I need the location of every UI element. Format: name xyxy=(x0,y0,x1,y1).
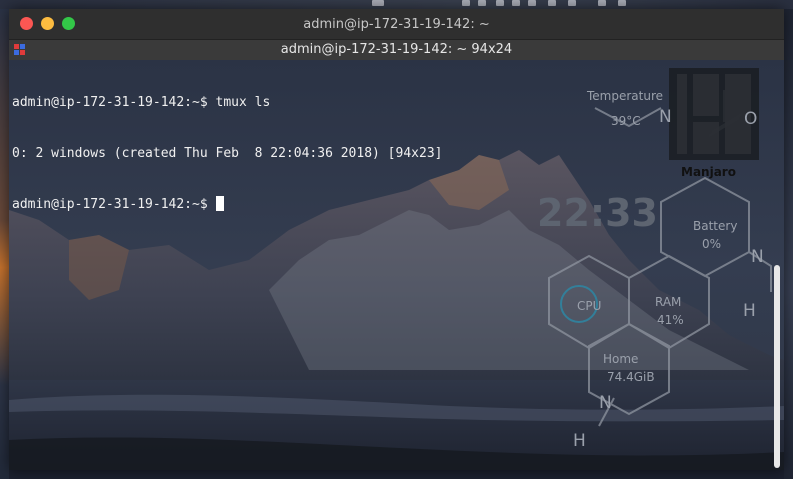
tray-icon[interactable] xyxy=(528,0,536,6)
clock-time: 22:33 xyxy=(537,191,658,235)
temperature-value: 39°C xyxy=(611,114,641,128)
terminal-prompt-line[interactable]: admin@ip-172-31-19-142:~$ xyxy=(12,196,442,213)
tray-icon[interactable] xyxy=(478,0,486,6)
tab-bar: admin@ip-172-31-19-142: ~ 94x24 xyxy=(9,39,784,61)
tray-icon[interactable] xyxy=(598,0,606,6)
window-title: admin@ip-172-31-19-142: ~ xyxy=(303,17,490,32)
battery-label: Battery xyxy=(693,219,737,233)
desktop-wallpaper-right xyxy=(784,9,793,479)
desktop-wallpaper-left xyxy=(0,9,9,479)
home-label: Home xyxy=(603,352,638,366)
atom-h-bottom: H xyxy=(573,431,586,451)
tab-title[interactable]: admin@ip-172-31-19-142: ~ 94x24 xyxy=(9,42,784,57)
atom-o: O xyxy=(744,109,757,129)
atom-n-bottom: N xyxy=(599,393,612,413)
terminal-area[interactable]: Temperature 39°C N O Manjaro 22:33 Batte… xyxy=(9,60,784,470)
ram-label: RAM xyxy=(655,295,681,309)
tray-icon[interactable] xyxy=(618,0,626,6)
terminal-prompt: admin@ip-172-31-19-142:~$ xyxy=(12,197,216,212)
tray-icon[interactable] xyxy=(372,0,384,6)
temperature-label: Temperature xyxy=(586,89,663,103)
terminal-line: admin@ip-172-31-19-142:~$ tmux ls xyxy=(12,95,271,110)
terminal-window: admin@ip-172-31-19-142: ~ admin@ip-172-3… xyxy=(9,9,784,470)
tray-icon[interactable] xyxy=(512,0,520,6)
ram-value: 41% xyxy=(657,313,684,327)
text-cursor xyxy=(215,196,224,211)
atom-h-right: H xyxy=(743,301,756,321)
title-bar[interactable]: admin@ip-172-31-19-142: ~ xyxy=(9,9,784,39)
tray-icon[interactable] xyxy=(496,0,504,6)
tray-icon[interactable] xyxy=(462,0,470,6)
battery-value: 0% xyxy=(702,237,721,251)
atom-n-top: N xyxy=(659,107,672,127)
scrollbar[interactable] xyxy=(772,60,784,470)
atom-n-right: N xyxy=(751,247,764,267)
terminal-line: 0: 2 windows (created Thu Feb 8 22:04:36… xyxy=(12,146,443,161)
cpu-label: CPU xyxy=(577,299,601,313)
home-value: 74.4GiB xyxy=(607,370,655,384)
scrollbar-thumb[interactable] xyxy=(774,265,780,468)
tray-icon[interactable] xyxy=(568,0,576,6)
manjaro-logo-text: Manjaro xyxy=(681,165,736,179)
desktop-top-panel xyxy=(0,0,793,9)
tray-icon[interactable] xyxy=(548,0,556,6)
terminal-output: admin@ip-172-31-19-142:~$ tmux ls 0: 2 w… xyxy=(12,60,442,247)
